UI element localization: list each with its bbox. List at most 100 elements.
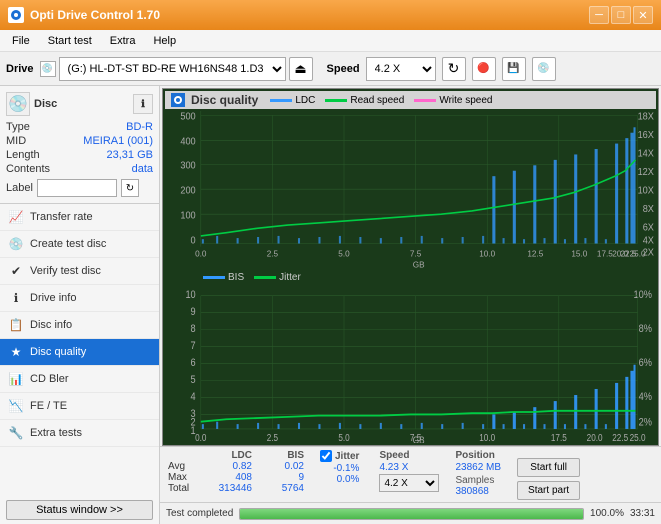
- svg-text:5: 5: [191, 374, 196, 386]
- speed-select[interactable]: 4.2 X: [366, 57, 436, 81]
- legend-jitter-color: [254, 276, 276, 279]
- disc-label-input[interactable]: [37, 179, 117, 197]
- avg-jitter: -0.1%: [320, 463, 359, 474]
- nav-fe-te-label: FE / TE: [30, 400, 67, 412]
- nav-transfer-rate[interactable]: 📈 Transfer rate: [0, 204, 159, 231]
- nav-cd-bler[interactable]: 📊 CD Bler: [0, 366, 159, 393]
- nav-fe-te[interactable]: 📉 FE / TE: [0, 393, 159, 420]
- start-full-button[interactable]: Start full: [517, 458, 580, 477]
- ldc-col-header: LDC: [204, 450, 256, 461]
- svg-text:22.5: 22.5: [612, 432, 628, 443]
- svg-text:10.0: 10.0: [479, 248, 495, 258]
- svg-text:8: 8: [191, 323, 196, 335]
- disc-label-refresh-btn[interactable]: ↻: [121, 179, 139, 197]
- svg-text:6: 6: [191, 357, 196, 369]
- max-bis: 9: [256, 472, 308, 483]
- svg-text:20.0: 20.0: [587, 432, 603, 443]
- chart-title-icon: [171, 93, 185, 107]
- speed-mode-select[interactable]: 4.2 X: [379, 474, 439, 492]
- jitter-section: Jitter -0.1% 0.0%: [320, 450, 359, 485]
- nav-drive-info[interactable]: ℹ Drive info: [0, 285, 159, 312]
- nav-verify-test-disc-label: Verify test disc: [30, 265, 101, 277]
- legend-bis-label: BIS: [228, 272, 244, 283]
- svg-text:10: 10: [185, 289, 196, 301]
- minimize-button[interactable]: ─: [589, 6, 609, 24]
- drive-type-icon: 💿: [40, 61, 56, 77]
- position-value: 23862 MB: [455, 462, 501, 473]
- disc-label-label: Label: [6, 182, 33, 194]
- menu-help[interactable]: Help: [145, 33, 184, 49]
- action-buttons: Start full Start part: [517, 450, 580, 500]
- speed-col-header: Speed: [379, 450, 439, 461]
- media-button[interactable]: 💿: [532, 57, 556, 81]
- svg-text:15.0: 15.0: [571, 248, 587, 258]
- close-button[interactable]: ✕: [633, 6, 653, 24]
- chart-legend2: BIS Jitter: [203, 272, 301, 283]
- nav-verify-test-disc[interactable]: ✔ Verify test disc: [0, 258, 159, 285]
- transfer-rate-icon: 📈: [8, 209, 24, 225]
- disc-contents-row: Contents data: [6, 162, 153, 176]
- app-title: Opti Drive Control 1.70: [30, 8, 160, 22]
- eject-button[interactable]: ⏏: [289, 57, 313, 81]
- stats-max-row: Max 408 9: [166, 472, 308, 483]
- svg-text:4X: 4X: [643, 235, 655, 246]
- svg-text:10.0: 10.0: [479, 432, 495, 443]
- drive-bar: Drive 💿 (G:) HL-DT-ST BD-RE WH16NS48 1.D…: [0, 52, 661, 86]
- avg-label: Avg: [166, 461, 204, 472]
- title-bar: Opti Drive Control 1.70 ─ □ ✕: [0, 0, 661, 30]
- disc-length-label: Length: [6, 149, 40, 161]
- legend-write-speed: Write speed: [414, 95, 492, 106]
- chart-header: Disc quality LDC Read speed Write speed: [165, 91, 656, 109]
- svg-text:17.5: 17.5: [597, 248, 613, 258]
- menu-file[interactable]: File: [4, 33, 38, 49]
- nav-disc-info-label: Disc info: [30, 319, 72, 331]
- menu-start-test[interactable]: Start test: [40, 33, 100, 49]
- nav-disc-info[interactable]: 📋 Disc info: [0, 312, 159, 339]
- samples-label: Samples: [455, 475, 501, 486]
- legend-ldc: LDC: [270, 95, 315, 106]
- legend-jitter: Jitter: [254, 272, 301, 283]
- samples-value: 380868: [455, 486, 501, 497]
- status-window-button[interactable]: Status window >>: [6, 500, 153, 520]
- progress-time: 33:31: [630, 508, 655, 519]
- svg-text:GB: GB: [413, 434, 425, 443]
- disc-length-row: Length 23,31 GB: [6, 148, 153, 162]
- progress-bar-fill: [240, 509, 583, 519]
- sidebar: 💿 Disc ℹ Type BD-R MID MEIRA1 (001) Leng…: [0, 86, 160, 524]
- drive-select[interactable]: (G:) HL-DT-ST BD-RE WH16NS48 1.D3: [59, 57, 286, 81]
- position-section: Position 23862 MB Samples 380868: [455, 450, 501, 497]
- disc-contents-value: data: [132, 163, 153, 175]
- svg-text:5.0: 5.0: [338, 248, 350, 258]
- legend-write-speed-label: Write speed: [439, 95, 492, 106]
- svg-text:2%: 2%: [639, 416, 652, 428]
- total-bis: 5764: [256, 483, 308, 494]
- svg-text:9: 9: [191, 306, 196, 318]
- menu-bar: File Start test Extra Help: [0, 30, 661, 52]
- svg-text:8%: 8%: [639, 323, 652, 335]
- svg-text:8X: 8X: [643, 204, 655, 215]
- nav-create-test-disc[interactable]: 💿 Create test disc: [0, 231, 159, 258]
- start-part-button[interactable]: Start part: [517, 481, 580, 500]
- chart-title: Disc quality: [191, 93, 258, 107]
- disc-contents-label: Contents: [6, 163, 50, 175]
- cd-bler-icon: 📊: [8, 371, 24, 387]
- scan-button[interactable]: 🔴: [472, 57, 496, 81]
- refresh-button[interactable]: ↻: [442, 57, 466, 81]
- disc-info-btn[interactable]: ℹ: [133, 94, 153, 114]
- legend-bis: BIS: [203, 272, 244, 283]
- jitter-checkbox[interactable]: [320, 450, 332, 462]
- svg-text:10X: 10X: [638, 185, 655, 196]
- svg-text:17.5: 17.5: [551, 432, 567, 443]
- save-button2[interactable]: 💾: [502, 57, 526, 81]
- nav-extra-tests[interactable]: 🔧 Extra tests: [0, 420, 159, 447]
- menu-extra[interactable]: Extra: [102, 33, 144, 49]
- legend-bis-color: [203, 276, 225, 279]
- nav-transfer-rate-label: Transfer rate: [30, 211, 93, 223]
- stats-table: LDC BIS Avg 0.82 0.02 Max 408: [166, 450, 308, 494]
- avg-bis: 0.02: [256, 461, 308, 472]
- app-icon: [8, 7, 24, 23]
- nav-disc-quality[interactable]: ★ Disc quality: [0, 339, 159, 366]
- status-text: Test completed: [166, 508, 233, 519]
- maximize-button[interactable]: □: [611, 6, 631, 24]
- avg-speed: 4.23 X: [379, 462, 439, 473]
